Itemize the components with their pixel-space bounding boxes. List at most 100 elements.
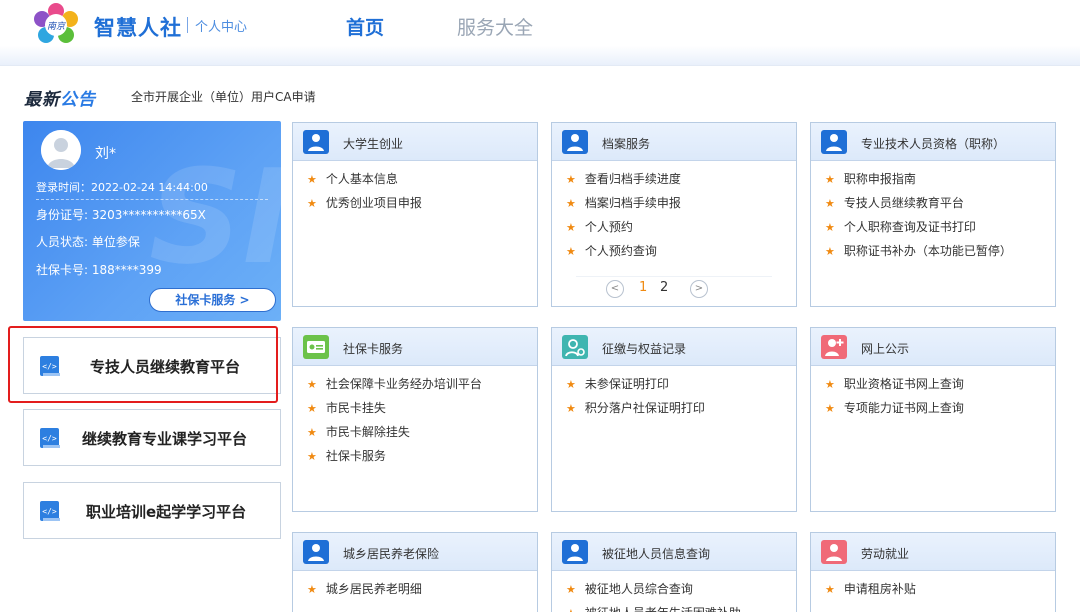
service-link-label: 个人预约查询 bbox=[584, 244, 657, 258]
notice-link[interactable]: 全市开展企业（单位）用户CA申请 bbox=[131, 88, 316, 105]
service-link[interactable]: ★ 个人职称查询及证书打印 bbox=[825, 218, 1012, 242]
person-icon bbox=[821, 540, 847, 564]
service-card: 征缴与权益记录 ★ 未参保证明打印 ★ 积分落户社保证明打印 bbox=[551, 327, 797, 512]
service-link[interactable]: ★ 专技人员继续教育平台 bbox=[825, 194, 1012, 218]
service-card-header[interactable]: 征缴与权益记录 bbox=[552, 328, 796, 366]
service-card-header[interactable]: 劳动就业 bbox=[811, 533, 1055, 571]
person-icon bbox=[562, 130, 588, 154]
service-card: 社保卡服务 ★ 社会保障卡业务经办培训平台 ★ 市民卡挂失 ★ 市民卡解除挂失 ★ 社保卡服务 bbox=[292, 327, 538, 512]
svg-text:南京: 南京 bbox=[47, 21, 67, 32]
service-link[interactable]: ★ 市民卡解除挂失 bbox=[307, 423, 482, 447]
service-card: 专业技术人员资格（职称） ★ 职称申报指南 ★ 专技人员继续教育平台 ★ 个人职称查询及证书… bbox=[810, 122, 1056, 307]
service-link[interactable]: ★ 专项能力证书网上查询 bbox=[825, 399, 964, 423]
prev-page-button[interactable]: < bbox=[606, 280, 624, 298]
service-link[interactable]: ★ 社保卡服务 bbox=[307, 447, 482, 471]
next-page-button[interactable]: > bbox=[690, 280, 708, 298]
service-link-label: 社保卡服务 bbox=[325, 449, 386, 463]
brand-subtitle: 个人中心 bbox=[195, 20, 248, 35]
insurance-status: 人员状态: 单位参保 bbox=[36, 235, 140, 249]
card-service-button[interactable]: 社保卡服务 > bbox=[149, 288, 276, 312]
card-number: 社保卡号: 188****399 bbox=[36, 263, 162, 277]
service-link[interactable]: ★ 被征地人员老年生活困难补助 bbox=[566, 604, 741, 612]
service-link-label: 专项能力证书网上查询 bbox=[843, 401, 964, 415]
star-bullet-icon: ★ bbox=[566, 607, 576, 612]
service-card-title: 劳动就业 bbox=[861, 547, 910, 561]
service-card-header[interactable]: 档案服务 bbox=[552, 123, 796, 161]
person-gear-icon bbox=[562, 335, 588, 359]
platform-label: 职业培训e起学学习平台 bbox=[86, 503, 247, 521]
service-link[interactable]: ★ 个人基本信息 bbox=[307, 170, 422, 194]
star-bullet-icon: ★ bbox=[566, 173, 576, 186]
service-link-list: ★ 职称申报指南 ★ 专技人员继续教育平台 ★ 个人职称查询及证书打印 ★ 职称证书补办（本功… bbox=[825, 170, 1012, 266]
star-bullet-icon: ★ bbox=[307, 173, 317, 186]
service-link[interactable]: ★ 申请租房补贴 bbox=[825, 580, 916, 604]
service-link[interactable]: ★ 职业资格证书网上查询 bbox=[825, 375, 964, 399]
page-1-link[interactable]: 1 bbox=[639, 280, 647, 295]
service-card-header[interactable]: 被征地人员信息查询 bbox=[552, 533, 796, 571]
login-time: 登录时间：2022-02-24 14:44:00 bbox=[36, 181, 208, 194]
service-link[interactable]: ★ 被征地人员综合查询 bbox=[566, 580, 741, 604]
service-card-title: 社保卡服务 bbox=[343, 342, 404, 356]
service-link-label: 专技人员继续教育平台 bbox=[843, 196, 964, 210]
service-card-title: 大学生创业 bbox=[343, 137, 404, 151]
service-card-title: 网上公示 bbox=[861, 342, 910, 356]
platform-button-vocational[interactable]: </> 职业培训e起学学习平台 bbox=[23, 482, 281, 539]
star-bullet-icon: ★ bbox=[566, 583, 576, 596]
service-card-header[interactable]: 专业技术人员资格（职称） bbox=[811, 123, 1055, 161]
service-card-header[interactable]: 社保卡服务 bbox=[293, 328, 537, 366]
star-bullet-icon: ★ bbox=[307, 583, 317, 596]
service-link[interactable]: ★ 积分落户社保证明打印 bbox=[566, 399, 705, 423]
service-card-header[interactable]: 网上公示 bbox=[811, 328, 1055, 366]
service-link[interactable]: ★ 个人预约 bbox=[566, 218, 681, 242]
star-bullet-icon: ★ bbox=[566, 221, 576, 234]
star-bullet-icon: ★ bbox=[825, 378, 835, 391]
service-link[interactable]: ★ 职称申报指南 bbox=[825, 170, 1012, 194]
brand-title: 智慧人社 bbox=[94, 16, 182, 40]
page-2-link[interactable]: 2 bbox=[660, 280, 668, 295]
highlight-annotation-box bbox=[8, 326, 278, 403]
person-icon bbox=[303, 540, 329, 564]
user-name: 刘* bbox=[95, 146, 116, 162]
service-link-label: 被征地人员综合查询 bbox=[584, 582, 693, 596]
service-link[interactable]: ★ 个人预约查询 bbox=[566, 242, 681, 266]
notice-heading-b: 公告 bbox=[60, 90, 96, 110]
id-number: 身份证号: 3203**********65X bbox=[36, 208, 206, 222]
service-card-title: 专业技术人员资格（职称） bbox=[861, 137, 1006, 151]
service-card-header[interactable]: 大学生创业 bbox=[293, 123, 537, 161]
star-bullet-icon: ★ bbox=[307, 450, 317, 463]
service-link-label: 市民卡解除挂失 bbox=[325, 425, 410, 439]
service-card-title: 征缴与权益记录 bbox=[602, 342, 687, 356]
service-card: 档案服务 ★ 查看归档手续进度 ★ 档案归档手续申报 ★ 个人预约 ★ 个人预约查询 <1 2 > bbox=[551, 122, 797, 307]
service-link-label: 职称证书补办（本功能已暂停） bbox=[843, 244, 1012, 258]
service-link-label: 职称申报指南 bbox=[843, 172, 916, 186]
service-link-label: 优秀创业项目申报 bbox=[325, 196, 422, 210]
service-link[interactable]: ★ 查看归档手续进度 bbox=[566, 170, 681, 194]
service-link[interactable]: ★ 档案归档手续申报 bbox=[566, 194, 681, 218]
nav-home[interactable]: 首页 bbox=[346, 13, 384, 40]
service-link[interactable]: ★ 未参保证明打印 bbox=[566, 375, 705, 399]
svg-text:</>: </> bbox=[42, 434, 57, 443]
star-bullet-icon: ★ bbox=[825, 173, 835, 186]
service-link-label: 个人职称查询及证书打印 bbox=[843, 220, 976, 234]
service-link[interactable]: ★ 城乡居民养老明细 bbox=[307, 580, 422, 604]
info-divider bbox=[36, 199, 268, 200]
star-bullet-icon: ★ bbox=[566, 378, 576, 391]
service-link-label: 职业资格证书网上查询 bbox=[843, 377, 964, 391]
star-bullet-icon: ★ bbox=[566, 197, 576, 210]
service-card: 城乡居民养老保险 ★ 城乡居民养老明细 bbox=[292, 532, 538, 612]
star-bullet-icon: ★ bbox=[566, 245, 576, 258]
code-book-icon: </> bbox=[38, 426, 62, 450]
service-link[interactable]: ★ 市民卡挂失 bbox=[307, 399, 482, 423]
service-link-label: 档案归档手续申报 bbox=[584, 196, 681, 210]
star-bullet-icon: ★ bbox=[566, 402, 576, 415]
star-bullet-icon: ★ bbox=[825, 197, 835, 210]
pagination: <1 2 > bbox=[576, 276, 772, 298]
nav-services[interactable]: 服务大全 bbox=[457, 13, 533, 40]
service-link[interactable]: ★ 优秀创业项目申报 bbox=[307, 194, 422, 218]
platform-button-specialty[interactable]: </> 继续教育专业课学习平台 bbox=[23, 409, 281, 466]
platform-label: 继续教育专业课学习平台 bbox=[82, 430, 248, 448]
star-bullet-icon: ★ bbox=[825, 583, 835, 596]
service-link[interactable]: ★ 职称证书补办（本功能已暂停） bbox=[825, 242, 1012, 266]
service-link[interactable]: ★ 社会保障卡业务经办培训平台 bbox=[307, 375, 482, 399]
service-card-header[interactable]: 城乡居民养老保险 bbox=[293, 533, 537, 571]
